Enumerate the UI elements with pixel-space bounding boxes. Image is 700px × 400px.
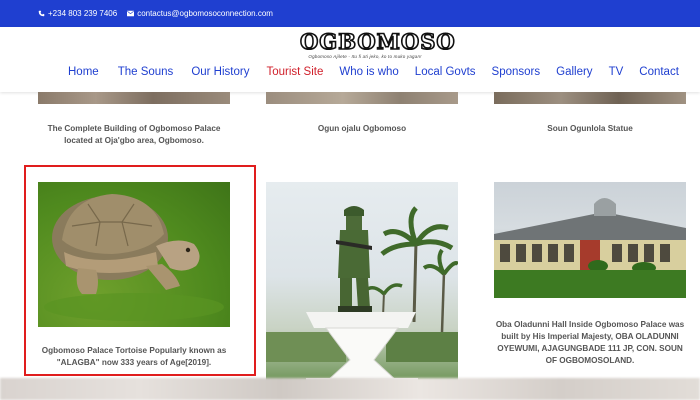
ogunlola-statue-photo[interactable]	[494, 92, 686, 104]
tourist-gallery: The Complete Building of Ogbomoso Palace…	[0, 92, 700, 400]
nav-tv[interactable]: TV	[609, 66, 624, 78]
logo-wordmark: OGBOMOSO	[299, 29, 456, 54]
main-nav: Home The Souns Our History Tourist Site …	[68, 66, 679, 78]
caption-palace-building: The Complete Building of Ogbomoso Palace…	[47, 124, 221, 145]
email-address: contactus@ogbomosoconnection.com	[137, 9, 273, 18]
nav-who-is-who[interactable]: Who is who	[339, 66, 398, 78]
caption-ogunlola-statue: Soun Ogunlola Statue	[547, 124, 633, 133]
phone-number: +234 803 239 7406	[48, 9, 118, 18]
nav-sponsors[interactable]: Sponsors	[492, 66, 541, 78]
phone-icon	[38, 10, 45, 17]
site-logo[interactable]: OGBOMOSO Ogbomoso Ajilete - Itu fi ati j…	[299, 29, 456, 59]
nav-the-souns[interactable]: The Souns	[118, 66, 174, 78]
palace-building-photo[interactable]	[38, 92, 230, 104]
caption-oladunni-hall: Oba Oladunni Hall Inside Ogbomoso Palace…	[495, 320, 685, 365]
ogun-ojalu-photo[interactable]	[266, 92, 458, 104]
logo-tagline: Ogbomoso Ajilete - Itu fi ati jeko, ko t…	[308, 54, 422, 59]
site-header: OGBOMOSO Ogbomoso Ajilete - Itu fi ati j…	[0, 27, 700, 92]
nav-home[interactable]: Home	[68, 66, 99, 78]
nav-tourist-site[interactable]: Tourist Site	[266, 66, 323, 78]
soldier-statue-photo[interactable]	[266, 182, 458, 392]
envelope-icon	[127, 10, 135, 17]
nav-contact[interactable]: Contact	[639, 66, 679, 78]
nav-our-history[interactable]: Our History	[191, 66, 249, 78]
nav-gallery[interactable]: Gallery	[556, 66, 592, 78]
caption-ogun-ojalu: Ogun ojalu Ogbomoso	[317, 124, 407, 133]
page: +234 803 239 7406 contactus@ogbomosoconn…	[0, 0, 700, 400]
soldier-statue-illustration	[266, 206, 458, 392]
blurred-footer-strip	[0, 378, 700, 400]
nav-local-govts[interactable]: Local Govts	[415, 66, 476, 78]
highlight-box	[24, 165, 256, 376]
email-contact[interactable]: contactus@ogbomosoconnection.com	[127, 9, 273, 18]
contact-bar: +234 803 239 7406 contactus@ogbomosoconn…	[0, 0, 700, 27]
oladunni-hall-photo[interactable]	[494, 182, 686, 298]
hall-illustration	[494, 198, 686, 298]
phone-contact[interactable]: +234 803 239 7406	[38, 9, 117, 18]
